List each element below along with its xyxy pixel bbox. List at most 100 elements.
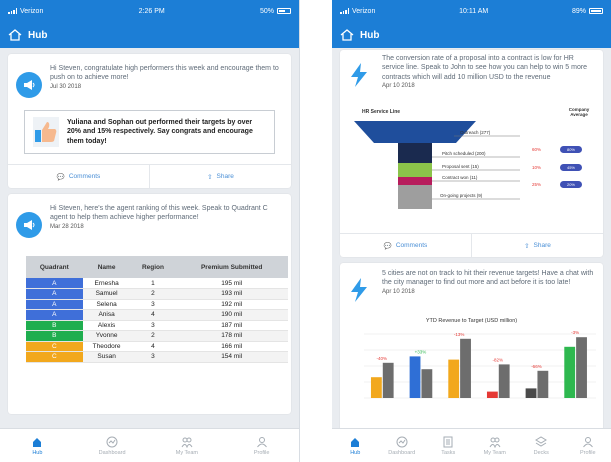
tab-tasks[interactable]: Tasks [425,429,472,462]
name-cell: Susan [82,351,131,363]
feed-card-conversion: The conversion rate of a proposal into a… [340,50,603,257]
bar-target-6 [576,337,587,398]
tab-label: Hub [32,449,43,456]
funnel-stage-label: On-going projects (9) [440,193,483,198]
column-header: Premium Submitted [175,256,288,278]
card-message: Hi Steven, here's the agent ranking of t… [50,205,268,222]
card-date: Apr 10 2018 [382,288,415,295]
team-icon [489,437,501,448]
tab-profile[interactable]: Profile [565,429,611,462]
comments-button[interactable]: 💬 Comments [8,165,149,188]
share-button[interactable]: ⇧ Share [471,234,603,257]
signal-icon [8,8,17,14]
premium-cell: 195 mil [175,278,288,289]
header-title: Hub [28,29,48,41]
average-rate-pill: 20% [560,181,582,188]
tab-label: Dashboard [388,449,416,456]
tab-hub[interactable]: Hub [0,429,75,462]
table-row: B Alexis 3 187 mil [26,320,288,331]
tab-label: My Team [175,449,198,456]
comments-button[interactable]: 💬 Comments [340,234,471,257]
hub-feed[interactable]: Hi Steven, congratulate high performers … [0,48,299,428]
tab-label: My Team [483,449,506,456]
tab-label: Profile [253,449,270,456]
region-cell: 3 [130,299,176,310]
premium-cell: 187 mil [175,320,288,331]
region-cell: 1 [130,278,176,289]
region-cell: 2 [130,288,176,300]
tab-profile[interactable]: Profile [224,429,299,462]
quadrant-cell: B [26,320,83,331]
person-icon [256,436,267,447]
battery-icon [276,8,291,14]
quadrant-cell: C [26,341,83,352]
quadrant-cell: A [26,288,83,300]
hub-feed[interactable]: The conversion rate of a proposal into a… [332,48,611,428]
bar-pct-label: -3% [571,330,579,335]
name-cell: Alexis [82,320,131,331]
conversion-rate: 10% [532,165,542,170]
revenue-bar-chart: -40% +33% -13% -82% -66% -3% [364,330,596,399]
average-rate-pill: 80% [560,146,582,153]
tab-my-team[interactable]: My Team [150,429,225,462]
bar-pct-label: -66% [531,364,542,369]
status-bar: Verizon 10:11 AM 89% [332,0,611,22]
name-cell: Selena [82,299,131,310]
home-icon [351,437,360,447]
tab-my-team[interactable]: My Team [472,429,519,462]
share-icon: ⇧ [524,242,530,250]
tab-decks[interactable]: Decks [518,429,565,462]
tab-hub[interactable]: Hub [332,429,379,462]
lightning-icon [348,277,374,308]
table-row: C Susan 3 154 mil [26,351,288,363]
thumbs-up-icon [33,117,59,147]
feed-card-ranking: Hi Steven, here's the agent ranking of t… [8,194,291,414]
quadrant-cell: B [26,330,83,342]
battery-percent: 89% [571,7,586,15]
megaphone-icon [16,212,42,238]
table-row: A Selena 3 192 mil [26,299,288,310]
region-cell: 4 [130,341,176,352]
bar-actual-5 [525,388,537,398]
home-icon[interactable] [8,29,22,41]
premium-cell: 154 mil [175,351,288,363]
quadrant-cell: C [26,351,83,363]
average-rate-pill: 45% [560,164,582,171]
agent-ranking-table: Quadrant Name Region Premium Submitted A… [26,256,288,363]
bottom-tab-bar: Hub Dashboard My Team Profile [0,428,299,462]
bar-actual-2 [409,356,421,398]
tab-dashboard[interactable]: Dashboard [379,429,426,462]
comment-icon: 💬 [383,242,392,250]
bar-actual-1 [370,377,382,398]
region-cell: 3 [130,320,176,331]
card-message: Hi Steven, congratulate high performers … [50,65,279,82]
column-header: Region [130,256,176,278]
conversion-rate: 25% [532,182,542,187]
card-date: Jul 30 2018 [50,83,82,90]
bar-target-2 [421,369,433,398]
funnel-stage-ongoing [398,185,432,209]
battery-icon [589,8,603,14]
table-row: C Theodore 4 166 mil [26,341,288,352]
region-cell: 3 [130,351,176,363]
tab-dashboard[interactable]: Dashboard [75,429,150,462]
bar-actual-4 [486,391,498,398]
app-header: Hub [0,22,299,48]
clock: 10:11 AM [459,7,489,15]
name-cell: Samuel [82,288,131,300]
funnel-stage-label: Pitch scheduled (200) [442,151,486,156]
carrier-name: Verizon [20,7,44,15]
highlight-text: Yuliana and Sophan out performed their t… [67,119,253,145]
share-button[interactable]: ⇧ Share [149,165,291,188]
feed-card-revenue: 5 cities are not on track to hit their r… [340,263,603,428]
tab-label: Profile [579,449,596,456]
tab-label: Tasks [441,449,456,456]
funnel-stage-label: Contract won (11) [442,175,478,180]
home-icon[interactable] [340,29,354,41]
card-message: The conversion rate of a proposal into a… [382,55,588,81]
lightning-icon [348,62,374,93]
column-header: Name [82,256,131,278]
comment-icon: 💬 [56,173,65,181]
card-actions: 💬 Comments ⇧ Share [8,164,291,188]
sales-funnel-chart: HR Service Line Company Average Outreach… [348,103,595,233]
